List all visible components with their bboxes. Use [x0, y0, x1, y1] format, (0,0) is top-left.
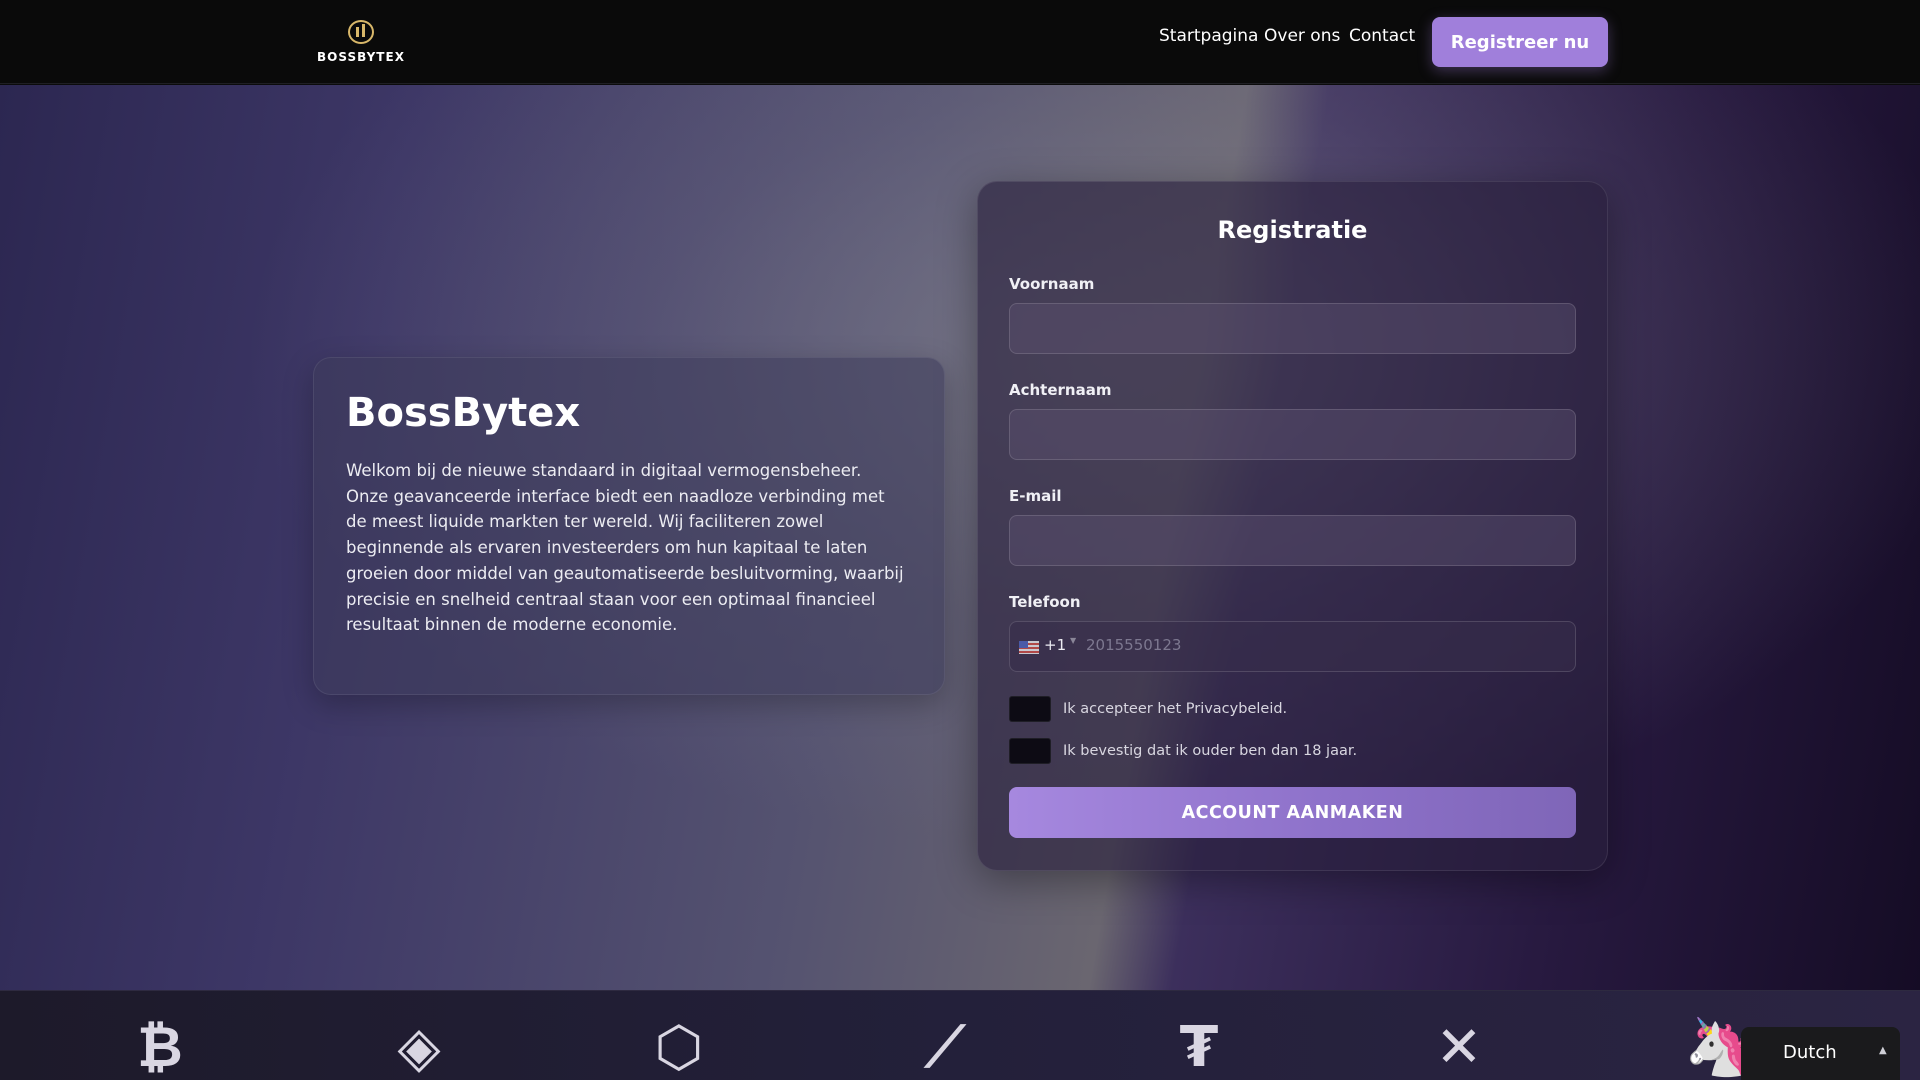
stacks-icon: ⟋	[925, 1015, 965, 1080]
language-selected: Dutch	[1783, 1042, 1837, 1063]
nav-link-contact[interactable]: Contact	[1349, 26, 1415, 46]
site-header: BOSSBYTEX Startpagina Over ons Contact R…	[0, 0, 1920, 84]
info-title: BossBytex	[346, 390, 581, 436]
logo-text: BOSSBYTEX	[317, 50, 405, 64]
registration-form: Registratie Voornaam Achternaam E-mail T…	[977, 181, 1608, 871]
privacy-checkbox-label[interactable]: Ik accepteer het Privacybeleid.	[1063, 701, 1287, 717]
privacy-checkbox-row: Ik accepteer het Privacybeleid.	[1009, 696, 1287, 722]
create-account-button[interactable]: ACCOUNT AANMAKEN	[1009, 787, 1576, 838]
age-checkbox-label[interactable]: Ik bevestig dat ik ouder ben dan 18 jaar…	[1063, 743, 1357, 759]
hero-section	[0, 85, 1920, 990]
binance-icon: ◈	[397, 1015, 441, 1080]
chevron-up-icon: ▲	[1879, 1045, 1887, 1056]
nav-link-over-ons[interactable]: Over ons	[1264, 26, 1340, 46]
language-selector[interactable]: Dutch ▲	[1741, 1027, 1900, 1080]
phone-label: Telefoon	[1009, 593, 1081, 611]
info-card: BossBytex Welkom bij de nieuwe standaard…	[313, 357, 945, 695]
age-checkbox[interactable]	[1009, 738, 1051, 764]
first-name-field[interactable]	[1009, 303, 1576, 354]
xrp-icon: ✕	[1435, 1015, 1483, 1080]
chevron-down-icon[interactable]: ▼	[1070, 636, 1076, 645]
bitcoin-icon: ₿	[137, 1015, 183, 1080]
crypto-logo-strip: ₿ ◈ ⬡ ⟋ ₮ ✕ 🦄	[0, 990, 1920, 1080]
first-name-label: Voornaam	[1009, 275, 1095, 293]
email-label: E-mail	[1009, 487, 1062, 505]
phone-placeholder: 2015550123	[1086, 636, 1182, 654]
register-now-button[interactable]: Registreer nu	[1432, 17, 1608, 67]
tether-icon: ₮	[1179, 1015, 1219, 1080]
age-checkbox-row: Ik bevestig dat ik ouder ben dan 18 jaar…	[1009, 738, 1357, 764]
last-name-label: Achternaam	[1009, 381, 1112, 399]
info-text: Welkom bij de nieuwe standaard in digita…	[346, 461, 904, 635]
us-flag-icon[interactable]	[1019, 641, 1039, 654]
form-title: Registratie	[1217, 216, 1368, 244]
nav-link-startpagina[interactable]: Startpagina	[1159, 26, 1258, 46]
privacy-checkbox[interactable]	[1009, 696, 1051, 722]
logo[interactable]: BOSSBYTEX	[313, 20, 409, 66]
email-field[interactable]	[1009, 515, 1576, 566]
chainlink-icon: ⬡	[654, 1015, 704, 1080]
logo-icon	[348, 20, 374, 44]
dial-code[interactable]: +1	[1044, 636, 1066, 654]
phone-field[interactable]: +1 ▼ 2015550123	[1009, 621, 1576, 672]
last-name-field[interactable]	[1009, 409, 1576, 460]
